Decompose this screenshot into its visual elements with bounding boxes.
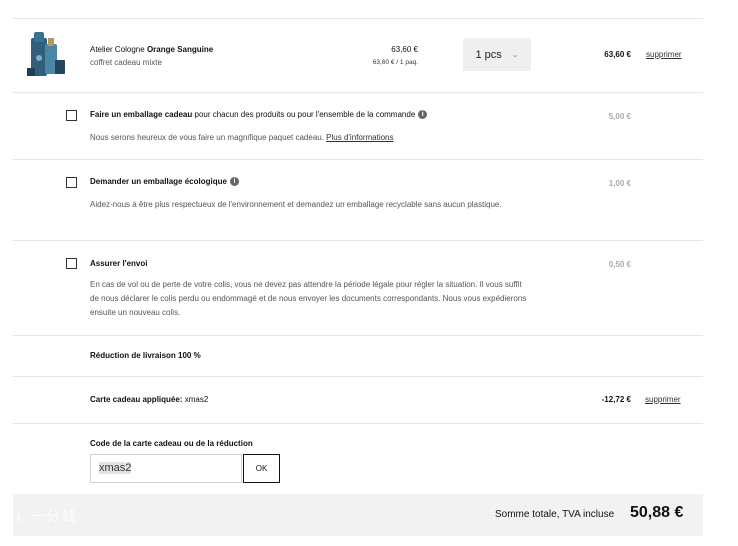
divider: [13, 335, 703, 336]
gift-card-label: Carte cadeau appliquée:: [90, 395, 183, 404]
shipping-discount: Réduction de livraison 100 %: [90, 351, 201, 360]
gift-wrap-desc-text: Nous serons heureux de vous faire un mag…: [90, 133, 324, 142]
eco-packaging-title: Demander un emballage écologique i: [90, 177, 239, 186]
unit-price-block: 63,60 € 63,60 € / 1 paq.: [360, 43, 418, 69]
gift-card-code: xmas2: [184, 395, 209, 404]
unit-price-detail: 63,60 € / 1 paq.: [372, 59, 418, 66]
gift-wrap-price: 5,00 €: [608, 112, 631, 121]
gift-card-amount: -12,72 €: [601, 395, 631, 404]
quantity-select[interactable]: 1 pcs ⌄: [463, 38, 531, 71]
quantity-value: 1 pcs: [475, 48, 502, 61]
divider: [13, 423, 703, 424]
gift-code-value: xmas2: [99, 462, 132, 474]
insurance-title: Assurer l'envoi: [90, 259, 148, 268]
remove-product-link[interactable]: supprimer: [646, 50, 682, 59]
watermark: ⤓ 一分钱: [16, 508, 79, 524]
eco-packaging-description: Aidez-nous à être plus respectueux de l'…: [90, 200, 502, 209]
gift-code-input[interactable]: xmas2: [90, 454, 242, 483]
more-info-link[interactable]: Plus d'informations: [326, 133, 393, 142]
gift-set-image: [27, 32, 65, 76]
gift-card-applied: Carte cadeau appliquée: xmas2: [90, 395, 208, 404]
unit-price: 63,60 €: [391, 45, 418, 54]
total-label: Somme totale, TVA incluse: [495, 509, 615, 520]
total-value: 50,88 €: [630, 504, 684, 521]
product-info: Atelier Cologne Orange Sanguine coffret …: [90, 43, 213, 69]
info-icon[interactable]: i: [418, 110, 428, 119]
insurance-checkbox[interactable]: [66, 258, 77, 269]
divider: [13, 18, 703, 19]
gift-wrap-description: Nous serons heureux de vous faire un mag…: [90, 131, 394, 145]
product-subtitle: coffret cadeau mixte: [90, 58, 162, 67]
ok-button[interactable]: OK: [243, 454, 280, 483]
info-icon[interactable]: i: [229, 177, 239, 186]
product-image[interactable]: [25, 30, 69, 78]
eco-packaging-checkbox[interactable]: [66, 177, 77, 188]
divider: [13, 240, 703, 241]
gift-wrap-title-bold: Faire un emballage cadeau: [90, 110, 193, 119]
product-brand[interactable]: Atelier Cologne: [90, 45, 145, 54]
remove-gift-card-link[interactable]: supprimer: [645, 395, 681, 404]
divider: [13, 159, 703, 160]
divider: [13, 92, 703, 93]
eco-packaging-price: 1,00 €: [608, 179, 631, 188]
code-entry-label: Code de la carte cadeau ou de la réducti…: [90, 439, 253, 448]
gift-wrap-title: Faire un emballage cadeau pour chacun de…: [90, 110, 428, 119]
insurance-description: En cas de vol ou de perte de votre colis…: [90, 280, 527, 317]
insurance-price: 0,50 €: [608, 260, 631, 269]
gift-wrap-checkbox[interactable]: [66, 110, 77, 121]
gift-wrap-title-rest: pour chacun des produits ou pour l'ensem…: [192, 110, 416, 119]
divider: [13, 376, 703, 377]
eco-packaging-title-text: Demander un emballage écologique: [90, 177, 227, 186]
chevron-down-icon: ⌄: [511, 50, 519, 59]
line-total: 63,60 €: [604, 50, 631, 59]
product-name[interactable]: Orange Sanguine: [147, 45, 213, 54]
